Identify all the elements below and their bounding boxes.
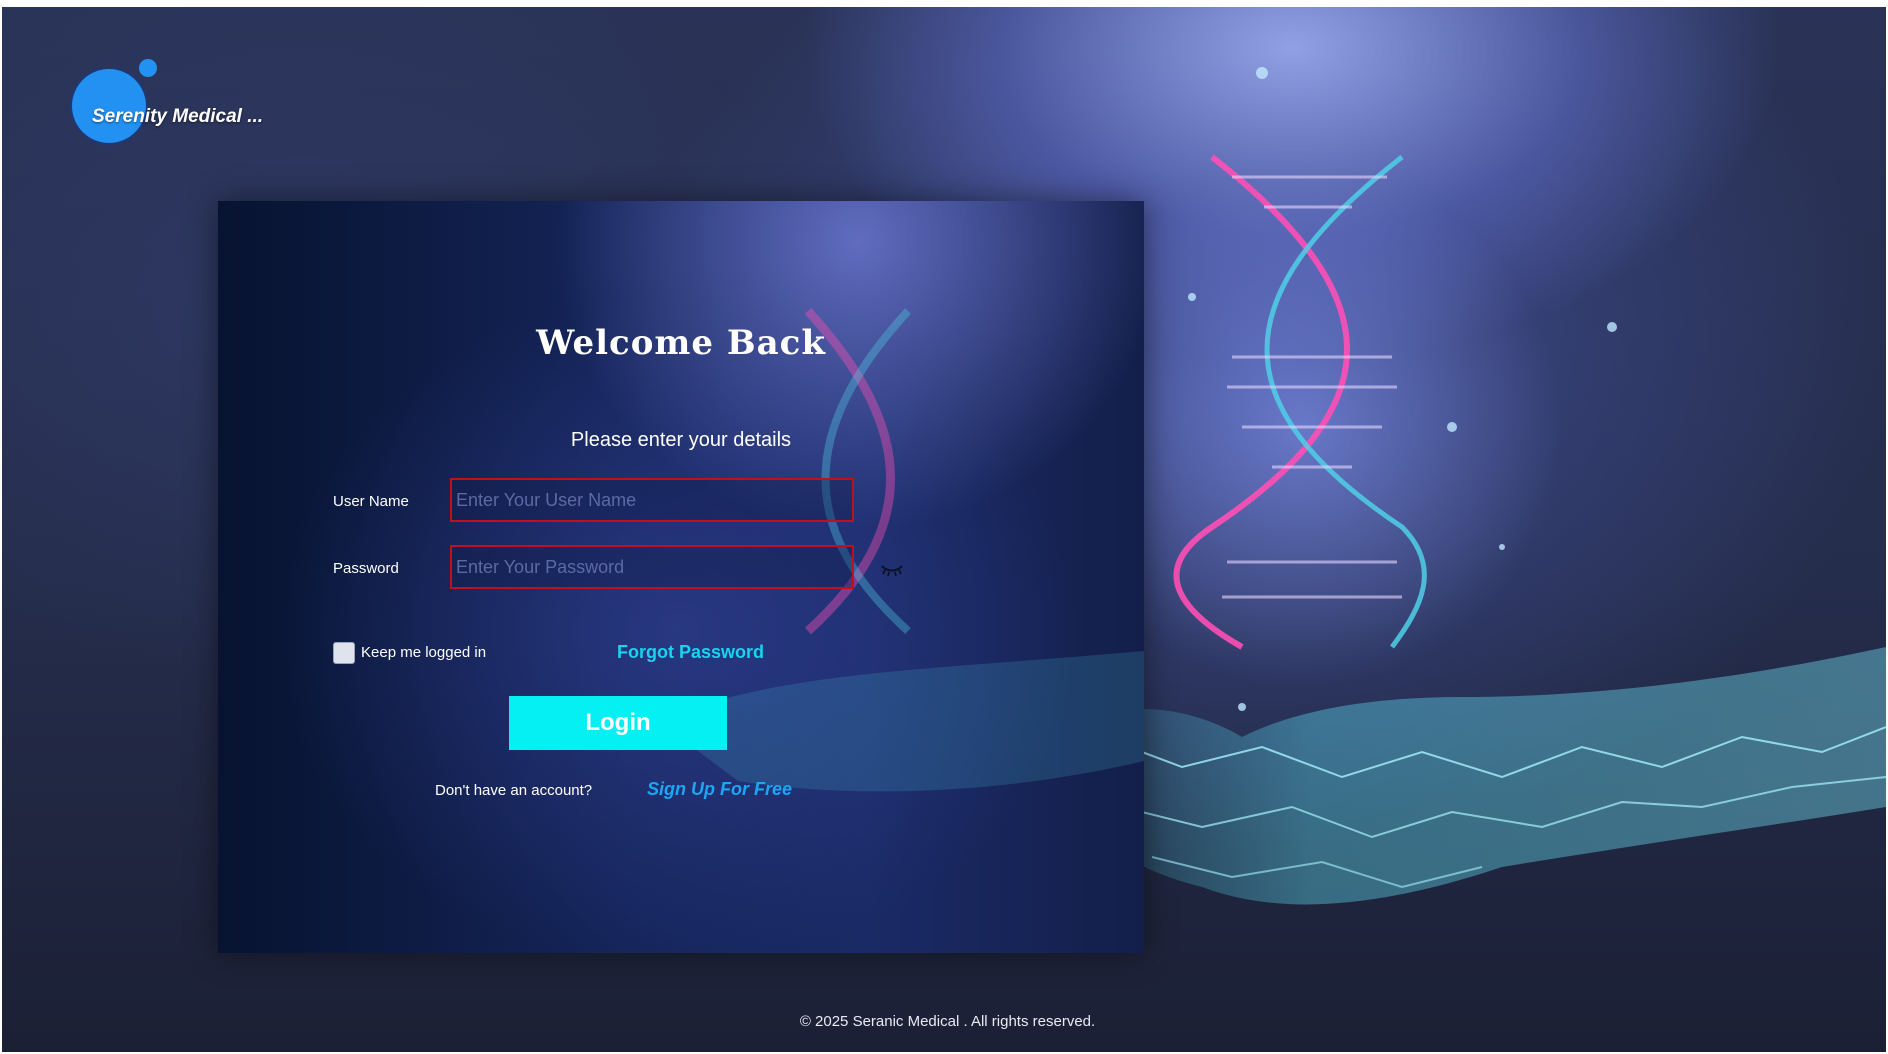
login-button[interactable]: Login [509,696,727,750]
no-account-text: Don't have an account? [435,782,593,799]
keep-logged-in-checkbox[interactable] [333,642,355,664]
logo-text: Serenity Medical ... [92,106,264,127]
copyright-text: © 2025 Seranic Medical . All rights rese… [799,1013,1096,1030]
app-logo: Serenity Medical ... [72,59,264,149]
logo-dot [139,59,157,77]
forgot-password-link[interactable]: Forgot Password [617,642,764,663]
eye-closed-icon[interactable] [880,560,904,578]
login-panel: Welcome Back Please enter your details U… [218,201,1144,953]
username-label: User Name [333,493,409,510]
username-input[interactable] [450,478,854,522]
page-subtitle: Please enter your details [570,429,792,451]
page-title: Welcome Back [536,323,826,363]
password-input[interactable] [450,545,854,589]
signup-link[interactable]: Sign Up For Free [647,779,792,800]
keep-logged-in-label[interactable]: Keep me logged in [361,644,486,661]
password-label: Password [333,560,399,577]
footer: © 2025 Seranic Medical . All rights rese… [2,1013,1886,1030]
login-window: Serenity Medical ... Welcome Back Please… [2,7,1886,1052]
